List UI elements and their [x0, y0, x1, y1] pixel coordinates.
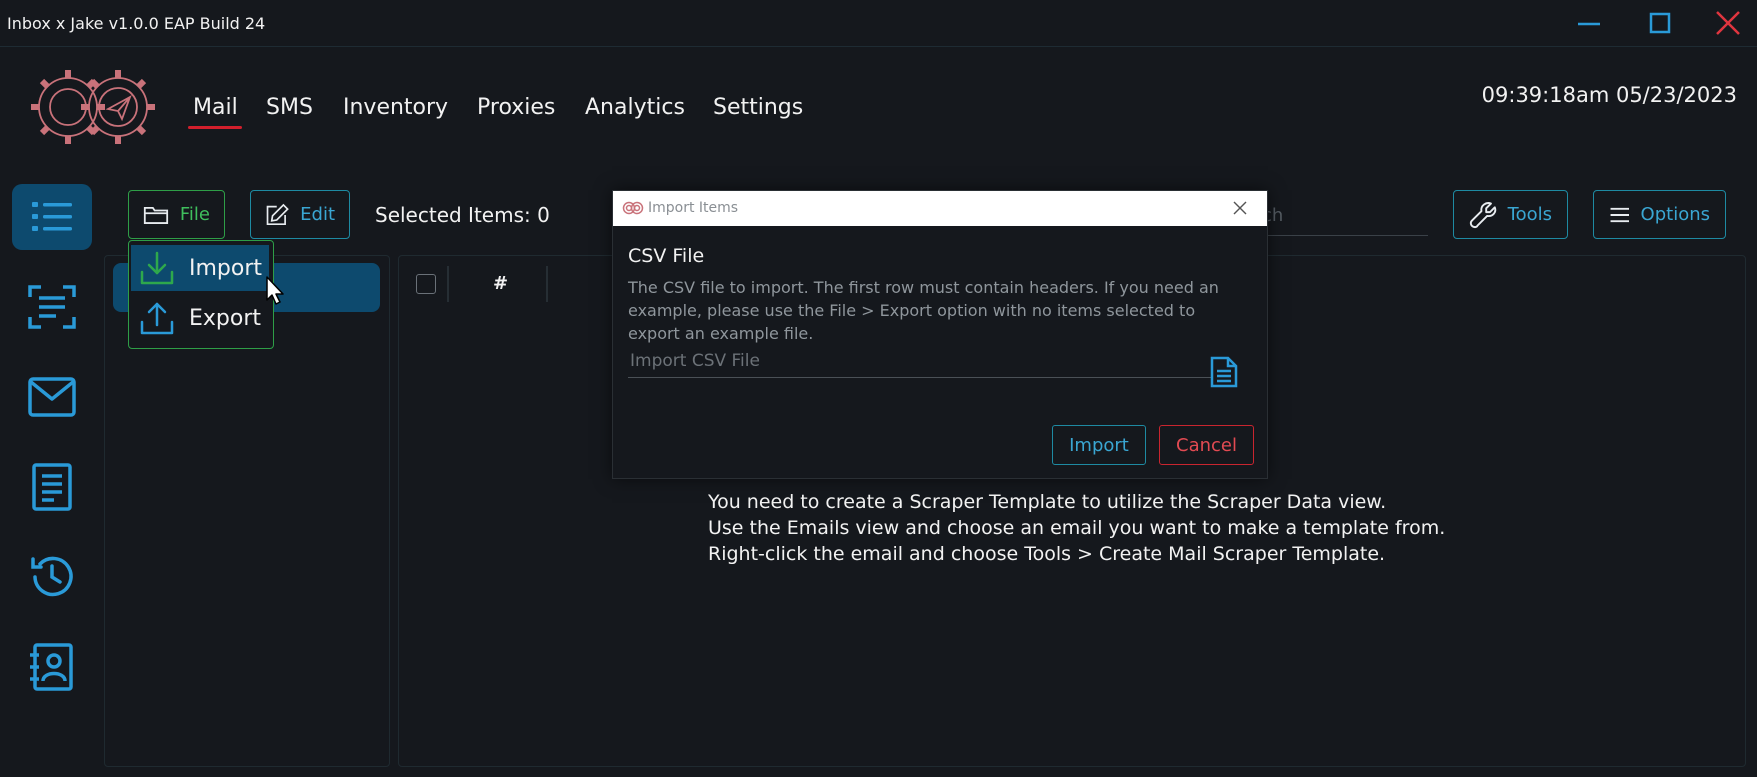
tools-button-label: Tools: [1507, 204, 1552, 225]
list-icon: [32, 202, 72, 231]
file-button[interactable]: File: [128, 190, 225, 239]
scan-icon: [28, 285, 76, 329]
maximize-icon[interactable]: [1643, 10, 1677, 38]
edit-icon: [266, 203, 289, 225]
edit-button-label: Edit: [300, 204, 335, 225]
edit-button[interactable]: Edit: [250, 190, 350, 239]
browse-file-icon[interactable]: [1208, 356, 1240, 388]
menu-item-export-label: Export: [189, 305, 262, 331]
dialog-title: Import Items: [648, 200, 739, 216]
app-logo-icon: [28, 64, 158, 150]
wrench-icon: [1469, 201, 1497, 228]
menu-icon: [1610, 207, 1630, 222]
nav-analytics[interactable]: Analytics: [585, 95, 685, 120]
menu-item-import[interactable]: Import: [131, 245, 269, 291]
selected-items-count: Selected Items: 0: [375, 203, 550, 227]
upload-icon: [140, 302, 174, 335]
column-header-number[interactable]: #: [493, 273, 508, 294]
nav-settings[interactable]: Settings: [713, 95, 803, 120]
column-separator[interactable]: [447, 266, 449, 302]
dialog-logo-icon: [622, 201, 644, 215]
mouse-cursor-icon: [266, 276, 286, 306]
empty-state-message: You need to create a Scraper Template to…: [708, 489, 1445, 567]
dialog-heading: CSV File: [628, 245, 705, 267]
menu-item-export[interactable]: Export: [131, 295, 269, 341]
nav-mail[interactable]: Mail: [193, 95, 238, 120]
mail-icon: [28, 377, 76, 417]
minimize-icon[interactable]: [1572, 10, 1606, 38]
close-icon[interactable]: [1711, 10, 1745, 38]
nav-inventory[interactable]: Inventory: [343, 95, 448, 120]
empty-state-line: Use the Emails view and choose an email …: [708, 517, 1446, 539]
clock: 09:39:18am 05/23/2023: [1481, 83, 1737, 107]
import-dialog: Import Items CSV File The CSV file to im…: [612, 190, 1268, 479]
options-button[interactable]: Options: [1593, 190, 1726, 239]
sidebar-item-scan[interactable]: [12, 274, 92, 340]
dialog-description: The CSV file to import. The first row mu…: [628, 278, 1219, 343]
cancel-button[interactable]: Cancel: [1159, 425, 1254, 465]
column-separator[interactable]: [546, 266, 548, 302]
options-button-label: Options: [1640, 204, 1710, 225]
history-icon: [31, 556, 73, 597]
empty-state-line: Right-click the email and choose Tools >…: [708, 543, 1386, 565]
import-button[interactable]: Import: [1052, 425, 1146, 465]
menu-item-import-label: Import: [189, 255, 263, 281]
nav-active-indicator: [188, 126, 242, 129]
search-underline: [1262, 235, 1428, 236]
nav-sms[interactable]: SMS: [266, 95, 313, 120]
document-icon: [32, 463, 72, 511]
download-icon: [140, 251, 174, 285]
nav-proxies[interactable]: Proxies: [477, 95, 555, 120]
empty-state-line: You need to create a Scraper Template to…: [708, 491, 1387, 513]
sidebar-item-list[interactable]: [12, 184, 92, 250]
file-menu: Import Export: [128, 240, 274, 349]
app-title: Inbox x Jake v1.0.0 EAP Build 24: [7, 14, 266, 33]
file-button-label: File: [179, 204, 210, 225]
csv-file-input[interactable]: [628, 344, 1212, 378]
dialog-close-icon[interactable]: [1231, 199, 1249, 217]
sidebar-item-document[interactable]: [12, 454, 92, 520]
select-all-checkbox[interactable]: [416, 274, 436, 294]
tools-button[interactable]: Tools: [1453, 190, 1568, 239]
sidebar-item-history[interactable]: [12, 544, 92, 610]
sidebar-item-mail[interactable]: [12, 364, 92, 430]
folder-icon: [143, 206, 169, 224]
contacts-icon: [30, 643, 73, 691]
sidebar-item-contacts[interactable]: [12, 634, 92, 700]
